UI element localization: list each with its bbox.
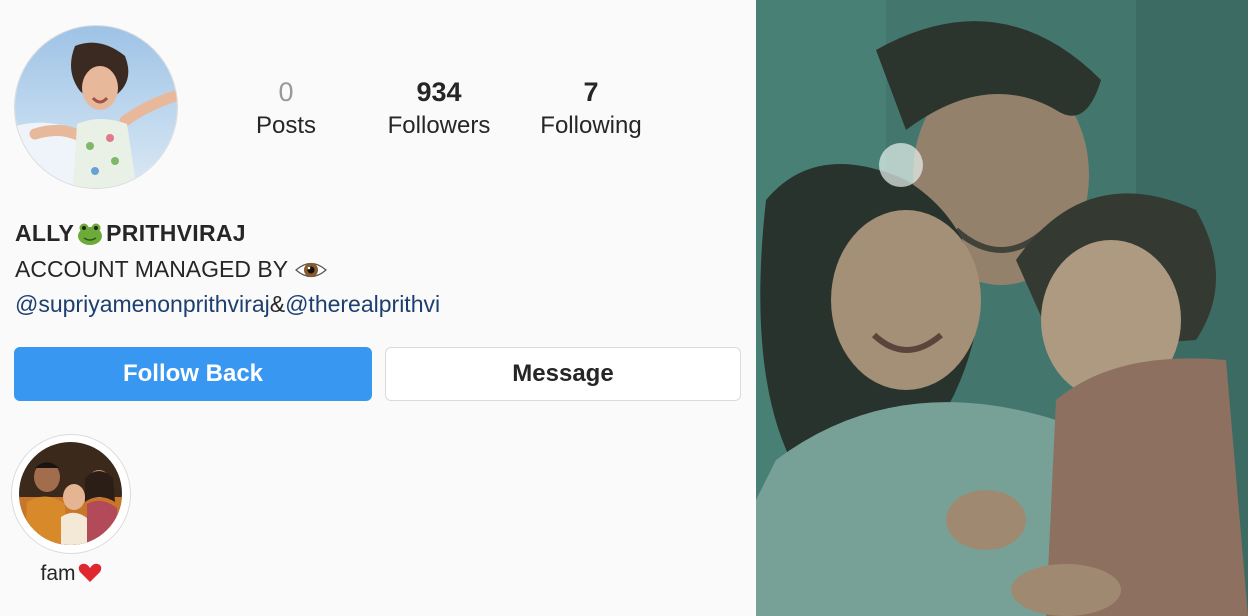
bio-mentions: @supriyamenonprithviraj&@therealprithvi xyxy=(15,291,440,318)
bio-text: ACCOUNT MANAGED BY xyxy=(15,256,328,283)
posts-label: Posts xyxy=(255,112,317,139)
followers-label: Followers xyxy=(387,112,491,139)
following-count: 7 xyxy=(583,77,599,107)
name-last: PRITHVIRAJ xyxy=(106,220,246,246)
avatar-photo xyxy=(15,26,177,188)
name-first: ALLY xyxy=(15,220,75,246)
family-photo xyxy=(756,0,1248,616)
profile-avatar[interactable] xyxy=(14,25,178,189)
eye-emoji-icon xyxy=(295,262,327,278)
mention-supriya[interactable]: @supriyamenonprithviraj xyxy=(15,291,270,317)
followers-stat[interactable]: 934 Followers xyxy=(375,77,503,143)
frog-emoji-icon xyxy=(78,223,103,245)
posts-count: 0 xyxy=(278,77,294,107)
following-label: Following xyxy=(540,112,642,139)
highlight-label: fam xyxy=(11,562,131,586)
profile-panel: 0 Posts 934 Followers 7 Following ALLY PR… xyxy=(0,0,756,616)
profile-full-name: ALLY PRITHVIRAJ xyxy=(15,220,246,247)
message-button[interactable]: Message xyxy=(385,347,741,401)
mention-separator: & xyxy=(269,291,286,317)
bio-line-text: ACCOUNT MANAGED BY xyxy=(15,256,289,282)
mention-prithvi[interactable]: @therealprithvi xyxy=(285,291,440,317)
highlight-label-text: fam xyxy=(40,562,76,585)
followers-count: 934 xyxy=(416,77,462,107)
red-heart-icon xyxy=(78,563,101,582)
highlight-photo xyxy=(19,442,122,545)
highlight-cover xyxy=(19,442,122,545)
family-photo-image xyxy=(756,0,1248,616)
posts-stat[interactable]: 0 Posts xyxy=(240,77,332,143)
following-stat[interactable]: 7 Following xyxy=(525,77,657,143)
story-highlight-fam[interactable] xyxy=(11,434,131,554)
follow-back-button[interactable]: Follow Back xyxy=(14,347,372,401)
